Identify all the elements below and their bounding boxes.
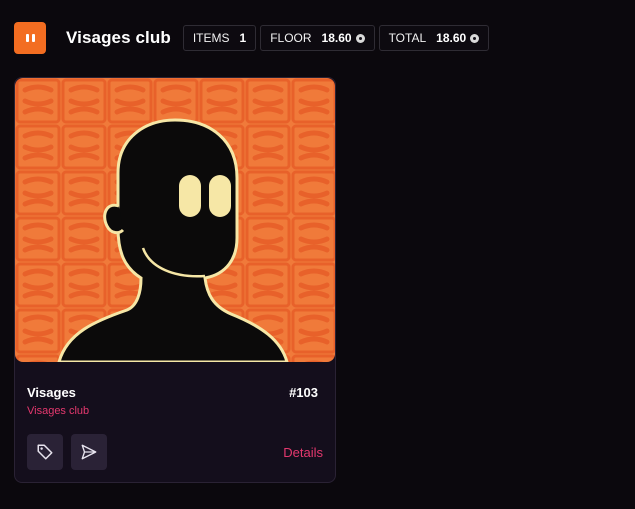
stats-bar: ITEMS 1 FLOOR 18.60 TOTAL 18.60 bbox=[182, 25, 490, 51]
nft-image[interactable] bbox=[15, 78, 335, 362]
visage-artwork bbox=[15, 78, 335, 362]
tag-icon bbox=[37, 444, 53, 460]
stat-total-label: TOTAL bbox=[388, 31, 427, 45]
stat-items: ITEMS 1 bbox=[182, 25, 257, 51]
stat-total-value: 18.60 bbox=[436, 31, 480, 45]
stat-items-value: 1 bbox=[240, 31, 247, 45]
stat-floor-label: FLOOR bbox=[270, 31, 312, 45]
coin-icon bbox=[470, 33, 480, 43]
collection-title: Visages club bbox=[66, 28, 171, 47]
stat-items-number: 1 bbox=[239, 31, 247, 45]
stat-total-number: 18.60 bbox=[436, 31, 467, 45]
send-icon bbox=[81, 444, 97, 460]
nft-token-id: #103 bbox=[289, 385, 318, 400]
list-for-sale-button[interactable] bbox=[27, 434, 63, 470]
stat-floor-number: 18.60 bbox=[321, 31, 352, 45]
pause-logo-icon[interactable] bbox=[14, 22, 46, 54]
stat-floor: FLOOR 18.60 bbox=[260, 25, 375, 51]
nft-name[interactable]: Visages bbox=[27, 385, 76, 400]
nft-card[interactable]: Visages #103 Visages club Details bbox=[14, 77, 336, 483]
page: Visages club ITEMS 1 FLOOR 18.60 TOTAL 1… bbox=[0, 0, 635, 509]
nft-collection-link[interactable]: Visages club bbox=[27, 405, 89, 417]
stat-floor-value: 18.60 bbox=[322, 31, 365, 45]
coin-icon bbox=[355, 33, 365, 43]
collection-header: Visages club ITEMS 1 FLOOR 18.60 TOTAL 1… bbox=[14, 22, 490, 54]
details-link[interactable]: Details bbox=[283, 445, 323, 460]
transfer-button[interactable] bbox=[71, 434, 107, 470]
stat-total: TOTAL 18.60 bbox=[378, 25, 490, 51]
stat-items-label: ITEMS bbox=[192, 31, 230, 45]
